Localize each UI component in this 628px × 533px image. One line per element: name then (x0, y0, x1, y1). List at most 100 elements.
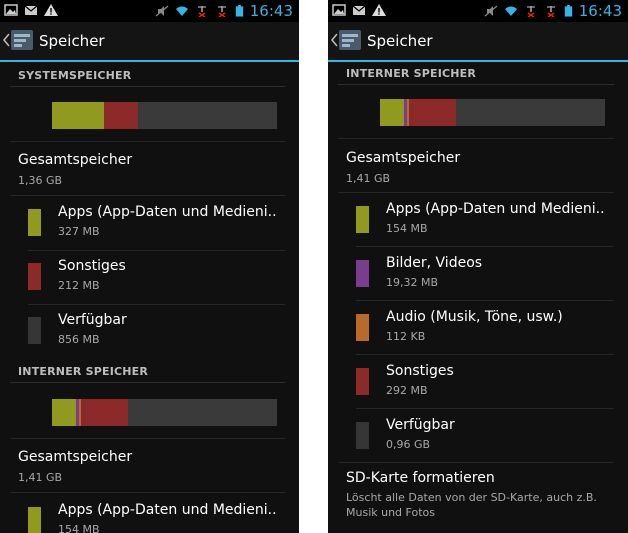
storage-item-apps[interactable]: Apps (App-Daten und Medieni.. 154 MB (28, 497, 285, 533)
item-label: Apps (App-Daten und Medieni.. (386, 201, 605, 217)
color-swatch (356, 368, 369, 395)
format-sd-card-button[interactable]: SD-Karte formatieren (346, 470, 495, 486)
right-screen: 16:43 Speicher INTERNER SPEICHER Gesamts… (328, 0, 628, 533)
item-label: Sonstiges (58, 258, 126, 274)
item-size: 112 KB (386, 330, 426, 343)
divider (10, 382, 285, 383)
item-size: 154 MB (58, 523, 100, 533)
divider (356, 354, 614, 355)
usage-segment-verfügbar (128, 399, 277, 426)
section-header-internal: INTERNER SPEICHER (346, 67, 477, 80)
mute-icon (484, 5, 498, 17)
usage-segment-apps-app-daten-und-medieni (52, 102, 104, 129)
no-signal-icon (197, 6, 206, 17)
divider (10, 86, 285, 87)
battery-icon (564, 5, 572, 17)
storage-item-available[interactable]: Verfügbar 0,96 GB (356, 412, 614, 462)
color-swatch (28, 507, 41, 533)
divider (10, 141, 285, 142)
status-bar: 16:43 (328, 0, 628, 22)
picture-icon (332, 4, 346, 16)
usage-segment-sonstiges (409, 99, 457, 126)
divider (338, 138, 614, 139)
storage-item-other[interactable]: Sonstiges 292 MB (356, 358, 614, 408)
total-storage-label[interactable]: Gesamtspeicher (18, 152, 132, 168)
no-signal-icon (546, 6, 555, 17)
item-label: Sonstiges (386, 363, 454, 379)
left-screen: 16:43 Speicher SYSTEMSPEICHER Gesamtspei… (0, 0, 299, 533)
storage-item-audio[interactable]: Audio (Musik, Töne, usw.) 112 KB (356, 304, 614, 354)
item-label: Apps (App-Daten und Medieni.. (58, 502, 277, 518)
item-label: Verfügbar (386, 417, 455, 433)
color-swatch (28, 317, 41, 344)
storage-item-apps[interactable]: Apps (App-Daten und Medieni.. 327 MB (28, 199, 285, 249)
color-swatch (28, 209, 41, 236)
divider (10, 195, 285, 196)
warning-icon (372, 4, 386, 16)
item-size: 327 MB (58, 225, 100, 238)
settings-app-icon[interactable] (338, 28, 362, 52)
battery-icon (235, 5, 243, 17)
mute-icon (155, 5, 169, 17)
total-storage-value: 1,41 GB (346, 172, 391, 185)
usage-segment-apps (380, 99, 404, 126)
warning-icon (44, 4, 58, 16)
color-swatch (356, 260, 369, 287)
page-title: Speicher (367, 32, 433, 50)
internal-usage-bar (380, 99, 605, 126)
total-storage-label[interactable]: Gesamtspeicher (18, 449, 132, 465)
divider (356, 408, 614, 409)
total-storage-value: 1,41 GB (18, 471, 63, 484)
divider (28, 250, 285, 251)
divider (356, 246, 614, 247)
color-swatch (28, 263, 41, 290)
divider (10, 438, 285, 439)
item-label: Apps (App-Daten und Medieni.. (58, 204, 277, 220)
storage-item-pictures-videos[interactable]: Bilder, Videos 19,32 MB (356, 250, 614, 300)
color-swatch (356, 314, 369, 341)
divider (338, 192, 614, 193)
no-signal-icon (217, 6, 226, 17)
settings-app-icon[interactable] (10, 28, 34, 52)
divider (338, 84, 614, 85)
action-bar: Speicher (328, 22, 628, 62)
color-swatch (356, 206, 369, 233)
clock: 16:43 (578, 2, 622, 20)
section-header-internal: INTERNER SPEICHER (18, 365, 149, 378)
item-label: Audio (Musik, Töne, usw.) (386, 309, 563, 325)
divider (338, 462, 614, 463)
divider (356, 300, 614, 301)
item-size: 154 MB (386, 222, 428, 235)
clock: 16:43 (249, 2, 293, 20)
item-size: 0,96 GB (386, 438, 431, 451)
action-bar: Speicher (0, 22, 299, 62)
usage-segment-verfügbar (456, 99, 605, 126)
divider (10, 492, 285, 493)
status-bar: 16:43 (0, 0, 299, 22)
item-size: 292 MB (386, 384, 428, 397)
mail-icon (352, 5, 366, 15)
total-storage-value: 1,36 GB (18, 174, 63, 187)
divider (28, 304, 285, 305)
usage-segment-sonstiges (81, 399, 129, 426)
wifi-icon (504, 6, 517, 16)
storage-item-available[interactable]: Verfügbar 856 MB (28, 307, 285, 357)
item-label: Bilder, Videos (386, 255, 483, 271)
usage-segment-verfügbar (137, 102, 277, 129)
usage-segment-sonstiges (103, 102, 138, 129)
picture-icon (4, 4, 18, 16)
internal-usage-bar (52, 399, 277, 426)
total-storage-label[interactable]: Gesamtspeicher (346, 150, 460, 166)
mail-icon (24, 5, 38, 15)
storage-item-apps[interactable]: Apps (App-Daten und Medieni.. 154 MB (356, 196, 614, 246)
usage-segment-apps (52, 399, 76, 426)
no-signal-icon (526, 6, 535, 17)
item-size: 19,32 MB (386, 276, 439, 289)
color-swatch (356, 422, 369, 449)
item-size: 856 MB (58, 333, 100, 346)
page-title: Speicher (39, 32, 105, 50)
system-usage-bar (52, 102, 277, 129)
section-header-system: SYSTEMSPEICHER (18, 69, 132, 82)
format-sd-card-description: Löscht alle Daten von der SD-Karte, auch… (346, 491, 597, 519)
storage-item-other[interactable]: Sonstiges 212 MB (28, 253, 285, 303)
